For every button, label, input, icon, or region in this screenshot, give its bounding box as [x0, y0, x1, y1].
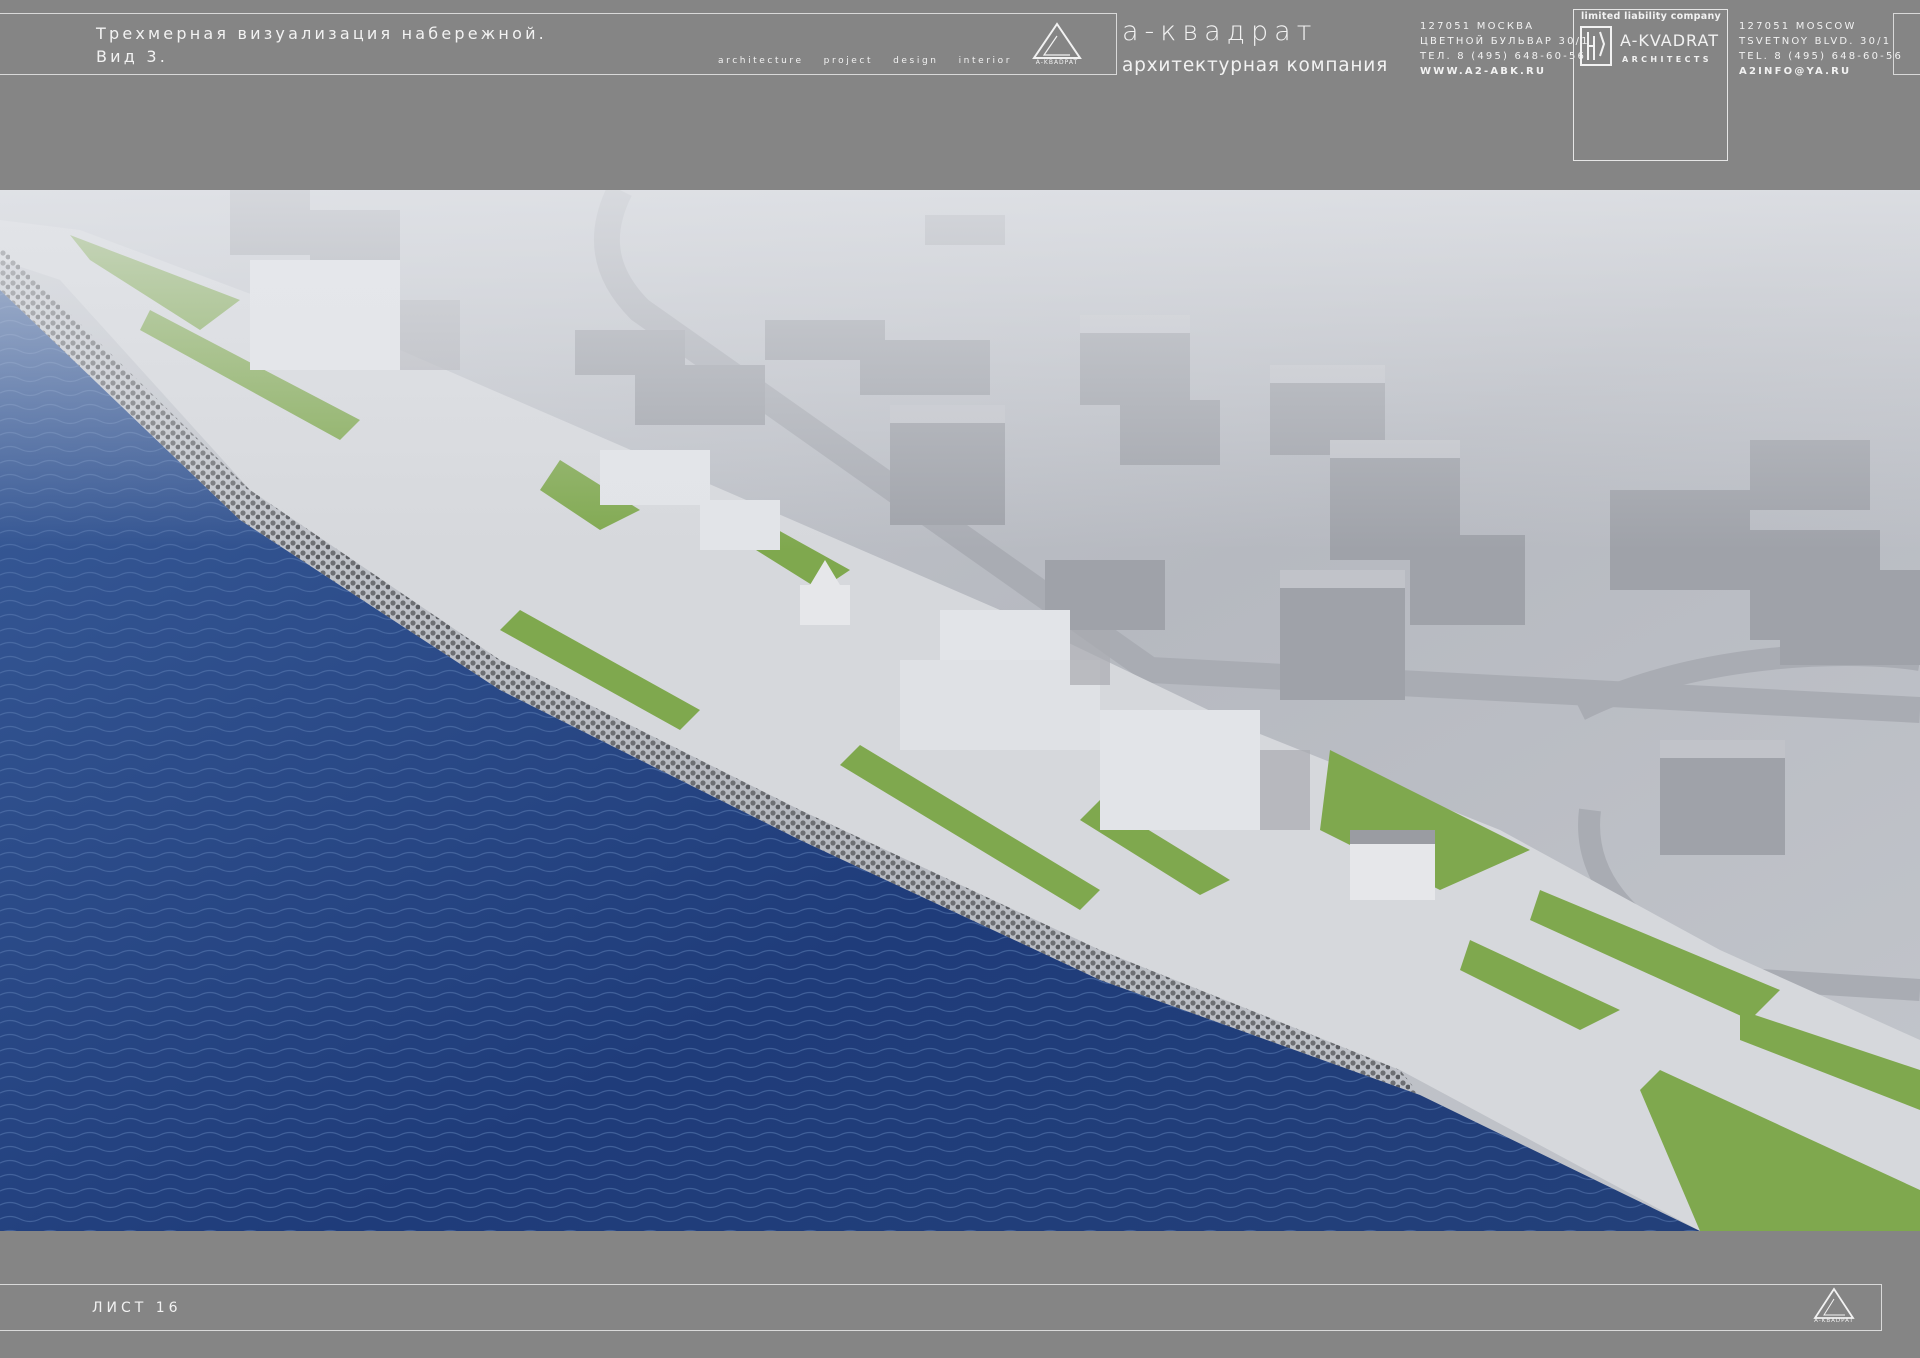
contact-block-ru: 127051 МОСКВА ЦВЕТНОЙ БУЛЬВАР 30/1 ТЕЛ. … — [1420, 19, 1590, 79]
email-link[interactable]: A2INFO@YA.RU — [1739, 64, 1903, 79]
address-street-en: TSVETNOY BLVD. 30/1 — [1739, 36, 1892, 47]
phone-en: TEL. 8 (495) 648-60-56 — [1739, 51, 1904, 62]
address-street-ru: ЦВЕТНОЙ БУЛЬВАР 30/1 — [1420, 36, 1590, 47]
sheet-title: Трехмерная визуализация набережной. — [96, 24, 547, 43]
company-subtitle-en: ARCHITECTS — [1622, 55, 1712, 64]
service-architecture: architecture — [718, 56, 804, 66]
footer-frame — [0, 1284, 1882, 1331]
frame-right-cap — [1893, 13, 1920, 75]
sheet-view-number: Вид 3. — [96, 47, 168, 66]
service-interior: interior — [958, 56, 1013, 66]
company-name-en: A-KVADRAT — [1620, 31, 1719, 50]
website-link[interactable]: WWW.A2-ABK.RU — [1420, 64, 1590, 79]
logo-caption: A-KBADPAT — [1035, 59, 1079, 66]
atmospheric-haze — [0, 190, 1920, 790]
services-list: architecture project design interior — [718, 56, 1012, 66]
sheet-number: ЛИСТ 16 — [92, 1300, 182, 1316]
service-design: design — [893, 56, 939, 66]
service-project: project — [823, 56, 874, 66]
company-emblem-icon — [1580, 26, 1612, 66]
footer-logo-caption: A-KBADPAT — [1814, 1318, 1854, 1324]
contact-block-en: 127051 MOSCOW TSVETNOY BLVD. 30/1 TEL. 8… — [1739, 19, 1903, 79]
aerial-embankment-render — [0, 190, 1920, 1231]
llc-label: limited liability company — [1581, 11, 1722, 22]
address-city-ru: 127051 МОСКВА — [1420, 21, 1535, 32]
address-city-en: 127051 MOSCOW — [1739, 21, 1857, 32]
brand-subtitle: архитектурная компания — [1122, 55, 1389, 76]
brand-name: а-квадрат — [1122, 16, 1318, 47]
phone-ru: ТЕЛ. 8 (495) 648-60-56 — [1420, 51, 1587, 62]
